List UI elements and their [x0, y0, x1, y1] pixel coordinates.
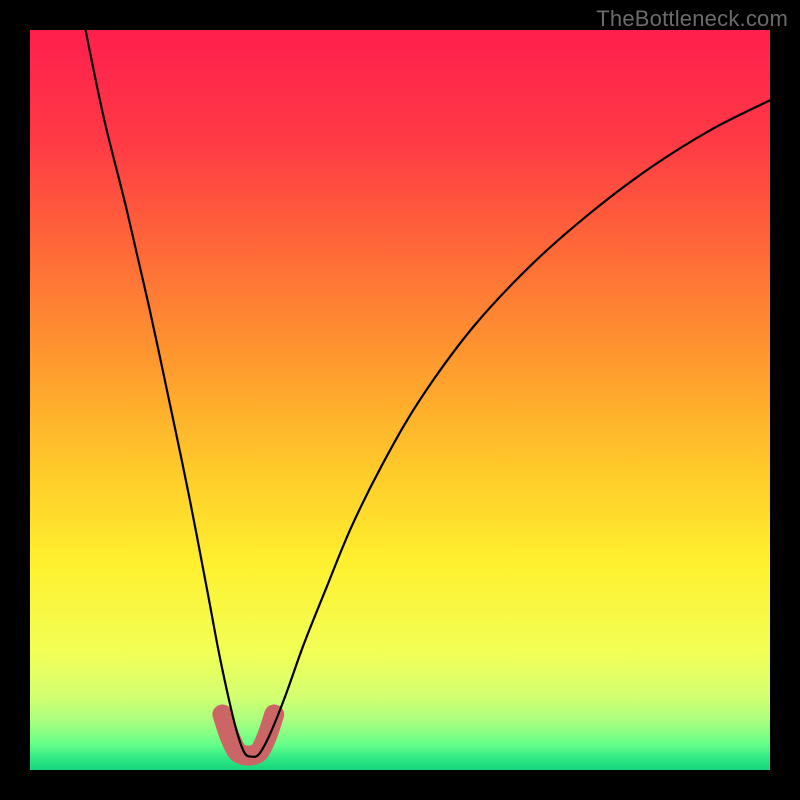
watermark-label: TheBottleneck.com [596, 6, 788, 32]
chart-plot [30, 30, 770, 770]
chart-svg [30, 30, 770, 770]
chart-frame: TheBottleneck.com [0, 0, 800, 800]
chart-background [30, 30, 770, 770]
